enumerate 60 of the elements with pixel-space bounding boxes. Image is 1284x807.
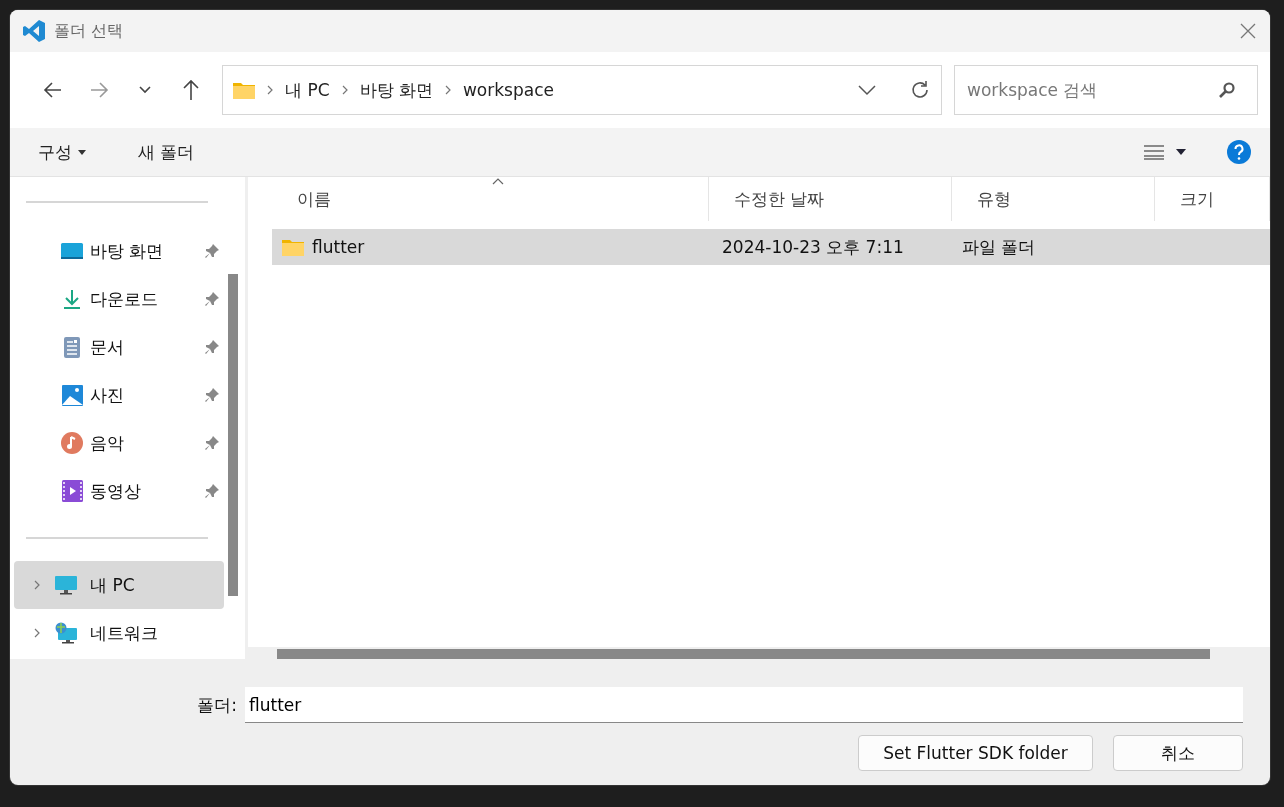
- column-header[interactable]: 이름: [272, 177, 709, 221]
- folder-name-field[interactable]: flutter: [245, 687, 1243, 723]
- caret-icon: [78, 149, 86, 155]
- select-folder-button[interactable]: Set Flutter SDK folder: [858, 735, 1093, 771]
- expand-chevron-icon[interactable]: [32, 628, 42, 638]
- up-arrow-icon[interactable]: [181, 79, 201, 101]
- address-bar[interactable]: 내 PC 바탕 화면 workspace: [222, 65, 942, 115]
- expand-chevron-icon[interactable]: [32, 580, 42, 590]
- breadcrumb-item[interactable]: 내 PC: [285, 78, 330, 102]
- pin-icon[interactable]: [204, 435, 220, 451]
- back-arrow-icon[interactable]: [43, 80, 63, 100]
- scrollbar-thumb[interactable]: [277, 649, 1210, 659]
- column-header[interactable]: 수정한 날짜: [709, 177, 952, 221]
- search-icon[interactable]: [1218, 81, 1236, 99]
- sidebar-item[interactable]: 다운로드: [10, 275, 224, 323]
- picture-icon: [60, 383, 84, 407]
- file-type: 파일 폴더: [962, 235, 1036, 259]
- search-field[interactable]: workspace 검색: [954, 65, 1258, 115]
- sort-caret-icon: [492, 177, 504, 185]
- refresh-icon[interactable]: [909, 79, 931, 101]
- pin-icon[interactable]: [204, 243, 220, 259]
- breadcrumb-chevron-icon[interactable]: [265, 85, 275, 95]
- file-row[interactable]: flutter 2024-10-23 오후 7:11 파일 폴더: [272, 229, 1270, 265]
- help-icon[interactable]: [1226, 139, 1252, 165]
- folder-icon: [233, 81, 255, 99]
- window-title: 폴더 선택: [54, 20, 125, 42]
- music-icon: [60, 431, 84, 455]
- scrollbar-thumb[interactable]: [228, 274, 238, 596]
- network-icon: [54, 621, 78, 645]
- video-icon: [60, 479, 84, 503]
- monitor-icon: [54, 573, 78, 597]
- sidebar-item[interactable]: 동영상: [10, 467, 224, 515]
- column-header[interactable]: 크기: [1155, 177, 1270, 221]
- close-button[interactable]: [1238, 21, 1258, 41]
- modified-date: 2024-10-23 오후 7:11: [722, 235, 904, 259]
- sidebar-item[interactable]: 문서: [10, 323, 224, 371]
- folder-label: 폴더:: [197, 693, 237, 717]
- pin-icon[interactable]: [204, 387, 220, 403]
- cancel-button[interactable]: 취소: [1113, 735, 1243, 771]
- pin-icon[interactable]: [204, 339, 220, 355]
- breadcrumb-item[interactable]: workspace: [462, 80, 554, 100]
- view-dropdown-icon[interactable]: [1176, 149, 1186, 155]
- breadcrumb-item[interactable]: 바탕 화면: [359, 78, 433, 102]
- organize-menu-button[interactable]: 구성: [28, 136, 96, 168]
- new-folder-button[interactable]: 새 폴더: [128, 136, 205, 168]
- file-name: flutter: [312, 237, 365, 257]
- view-list-icon[interactable]: [1144, 144, 1164, 160]
- chevron-down-icon[interactable]: [138, 85, 152, 95]
- sidebar-item[interactable]: 바탕 화면: [10, 227, 224, 275]
- app-logo-icon: [22, 19, 46, 43]
- sidebar-item[interactable]: 음악: [10, 419, 224, 467]
- sidebar-item[interactable]: 사진: [10, 371, 224, 419]
- dropdown-chevron-icon[interactable]: [857, 84, 877, 96]
- forward-arrow-icon[interactable]: [89, 80, 109, 100]
- pin-icon[interactable]: [204, 483, 220, 499]
- pin-icon[interactable]: [204, 291, 220, 307]
- folder-icon: [282, 238, 304, 256]
- sidebar-item[interactable]: 내 PC: [14, 561, 224, 609]
- column-header[interactable]: 유형: [952, 177, 1155, 221]
- sidebar-item[interactable]: 네트워크: [14, 609, 224, 657]
